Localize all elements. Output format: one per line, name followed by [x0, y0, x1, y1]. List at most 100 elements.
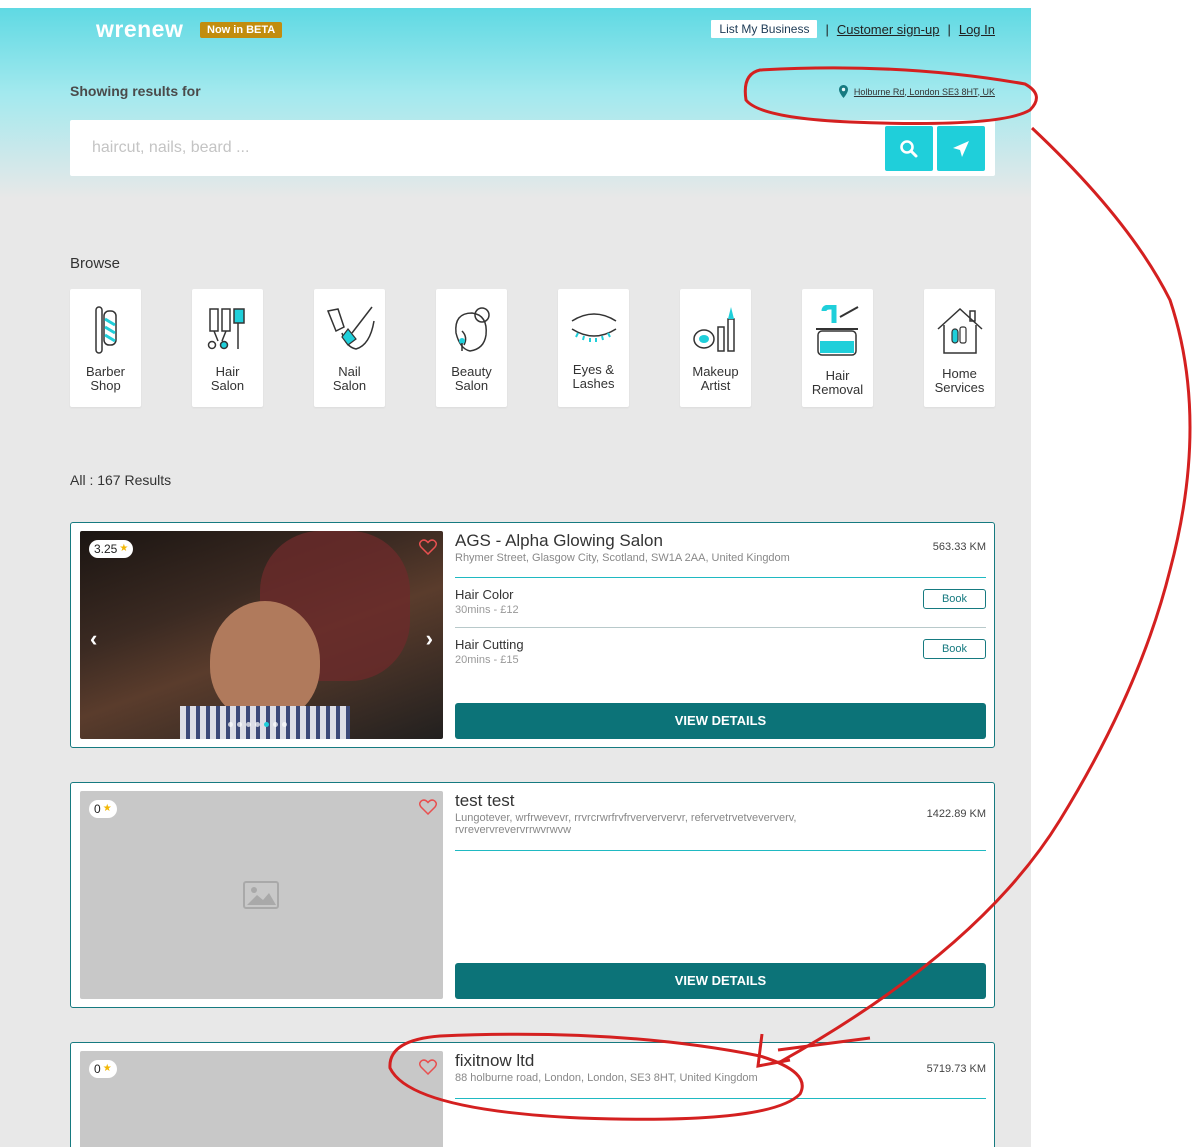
showing-results-label: Showing results for — [70, 83, 201, 99]
divider — [455, 850, 986, 851]
listing-address: Rhymer Street, Glasgow City, Scotland, S… — [455, 552, 790, 564]
map-pin-icon — [838, 85, 848, 98]
location-selector[interactable]: Holburne Rd, London SE3 8HT, UK — [838, 85, 995, 98]
category-barber-shop[interactable]: Barber Shop — [70, 289, 141, 407]
navigation-arrow-icon — [953, 140, 969, 157]
login-link[interactable]: Log In — [959, 22, 995, 37]
list-my-business-button[interactable]: List My Business — [711, 20, 818, 38]
rating-badge: 0 ★ — [89, 1060, 117, 1078]
listing-info: fixitnow ltd 88 holburne road, London, L… — [455, 1051, 986, 1147]
star-icon: ★ — [102, 1063, 112, 1074]
listing-photo: 3.25 ★ ‹ › — [80, 531, 443, 739]
search-input[interactable] — [92, 134, 872, 162]
carousel-dot-active[interactable] — [264, 722, 269, 727]
listing-distance: 563.33 KM — [932, 541, 986, 553]
wax-pot-icon — [816, 305, 859, 356]
carousel-dot[interactable] — [237, 722, 242, 727]
listing-name[interactable]: AGS - Alpha Glowing Salon — [455, 531, 986, 551]
locate-me-button[interactable] — [937, 126, 985, 171]
service-name: Hair Color — [455, 587, 514, 602]
heart-icon[interactable] — [419, 1059, 437, 1075]
category-label: Nail Salon — [332, 364, 367, 393]
view-details-button[interactable]: VIEW DETAILS — [455, 703, 986, 739]
browse-heading: Browse — [70, 255, 121, 272]
category-label: Home Services — [934, 366, 985, 395]
category-hair-salon[interactable]: Hair Salon — [192, 289, 263, 407]
category-hair-removal[interactable]: Hair Removal — [802, 289, 873, 407]
category-label: Hair Salon — [210, 364, 245, 393]
listing-address: Lungotever, wrfrwevevr, rrvrcrwrfrvfrver… — [455, 812, 797, 836]
category-label: Barber Shop — [85, 364, 126, 393]
rating-badge: 0 ★ — [89, 800, 117, 818]
nail-polish-icon — [326, 306, 375, 350]
customer-signup-link[interactable]: Customer sign-up — [837, 22, 940, 37]
search-button[interactable] — [885, 126, 933, 171]
divider — [455, 627, 986, 628]
house-icon — [937, 307, 983, 354]
rating-value: 3.25 — [94, 542, 118, 556]
listing-card: 0 ★ test test Lungotever, wrfrwevevr, rrv… — [70, 782, 995, 1008]
service-row: Hair Cutting 20mins - £15 Book — [455, 633, 986, 683]
carousel-dot[interactable] — [246, 722, 251, 727]
heart-icon[interactable] — [419, 539, 437, 555]
listing-name[interactable]: test test — [455, 791, 986, 811]
listing-distance: 5719.73 KM — [926, 1063, 986, 1075]
divider — [455, 1098, 986, 1099]
nav-separator: | — [947, 21, 951, 37]
category-eyes-lashes[interactable]: Eyes & Lashes — [558, 289, 629, 407]
listing-address: 88 holburne road, London, London, SE3 8H… — [455, 1072, 758, 1084]
listing-photo-placeholder: 0 ★ — [80, 1051, 443, 1147]
category-label: Hair Removal — [811, 368, 864, 397]
wrenew-logo[interactable]: wrenew — [96, 16, 183, 43]
woman-face-icon — [455, 307, 490, 352]
search-icon — [900, 139, 918, 157]
barber-pole-icon — [95, 306, 117, 354]
carousel-dot[interactable] — [273, 722, 278, 727]
star-icon: ★ — [119, 543, 129, 554]
rating-badge: 3.25 ★ — [89, 540, 134, 558]
location-text[interactable]: Holburne Rd, London SE3 8HT, UK — [854, 87, 995, 97]
book-button[interactable]: Book — [923, 589, 986, 609]
listing-card: 3.25 ★ ‹ › AGS - Alpha Glowing Salon Rhym… — [70, 522, 995, 748]
eyelash-icon — [571, 313, 617, 342]
service-row: Hair Color 30mins - £12 Book — [455, 583, 986, 633]
category-nail-salon[interactable]: Nail Salon — [314, 289, 385, 407]
view-details-button[interactable]: VIEW DETAILS — [455, 963, 986, 999]
category-home-services[interactable]: Home Services — [924, 289, 995, 407]
listing-name[interactable]: fixitnow ltd — [455, 1051, 986, 1071]
category-makeup-artist[interactable]: Makeup Artist — [680, 289, 751, 407]
rating-value: 0 — [94, 802, 101, 816]
nav-separator: | — [825, 21, 829, 37]
listing-card: 0 ★ fixitnow ltd 88 holburne road, London… — [70, 1042, 995, 1147]
carousel-next-icon[interactable]: › — [426, 626, 433, 652]
star-icon: ★ — [102, 803, 112, 814]
results-count: All : 167 Results — [70, 472, 172, 488]
service-name: Hair Cutting — [455, 637, 524, 652]
hair-dryer-comb-icon — [207, 308, 245, 350]
image-placeholder-icon — [243, 881, 279, 909]
listing-photo-placeholder: 0 ★ — [80, 791, 443, 999]
carousel-dot[interactable] — [228, 722, 233, 727]
search-bar — [70, 120, 995, 176]
category-label: Beauty Salon — [451, 364, 492, 393]
top-nav: List My Business | Customer sign-up | Lo… — [711, 20, 995, 38]
carousel-dot[interactable] — [282, 722, 287, 727]
service-detail: 20mins - £15 — [455, 654, 519, 666]
category-label: Eyes & Lashes — [572, 362, 615, 391]
carousel-prev-icon[interactable]: ‹ — [90, 626, 97, 652]
rating-value: 0 — [94, 1062, 101, 1076]
listing-distance: 1422.89 KM — [926, 808, 986, 820]
makeup-brushes-icon — [693, 307, 735, 352]
client-figure — [210, 601, 320, 721]
category-list: Barber Shop Hair Salon Nail Salon Beauty… — [70, 289, 995, 407]
beta-badge: Now in BETA — [200, 22, 283, 38]
carousel-dots[interactable] — [228, 722, 287, 727]
book-button[interactable]: Book — [923, 639, 986, 659]
divider — [455, 577, 986, 578]
category-beauty-salon[interactable]: Beauty Salon — [436, 289, 507, 407]
page: wrenew Now in BETA List My Business | Cu… — [0, 8, 1031, 1147]
category-label: Makeup Artist — [692, 364, 739, 393]
carousel-dot[interactable] — [255, 722, 260, 727]
service-detail: 30mins - £12 — [455, 604, 519, 616]
heart-icon[interactable] — [419, 799, 437, 815]
